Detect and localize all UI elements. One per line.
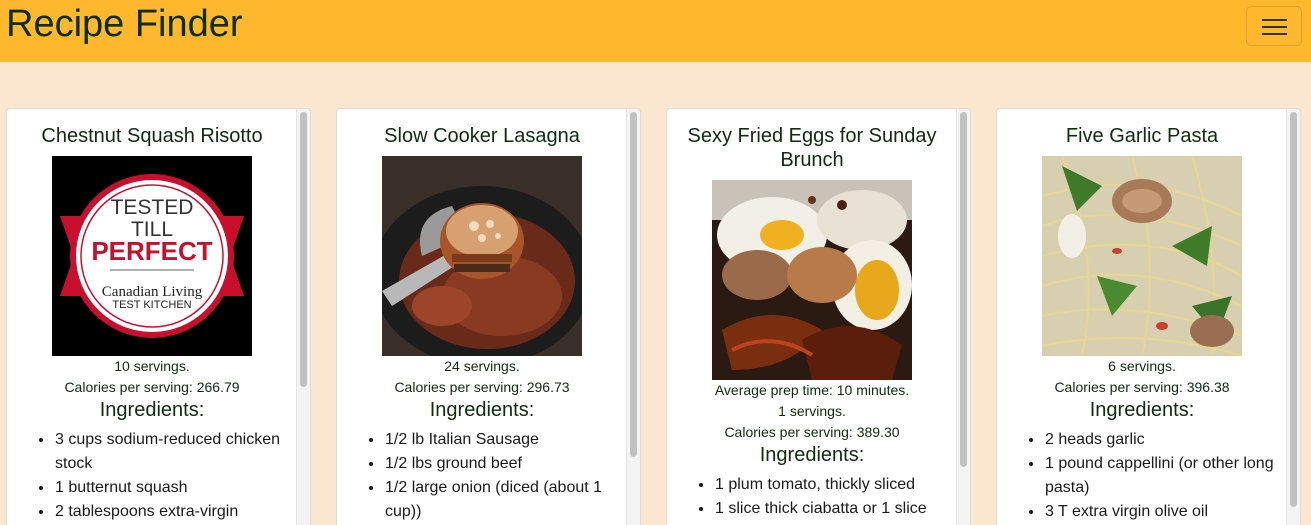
ingredients-list: 2 heads garlic 1 pound cappellini (or ot… bbox=[997, 428, 1287, 524]
card-scrollbar[interactable] bbox=[296, 109, 310, 525]
recipe-card: Sexy Fried Eggs for Sunday Brunch Averag… bbox=[666, 108, 971, 525]
ingredients-heading: Ingredients: bbox=[429, 399, 535, 421]
fried-eggs-photo-icon bbox=[712, 180, 912, 380]
lasagna-photo-icon bbox=[382, 156, 582, 356]
recipe-image: TESTED TILL PERFECT Canadian Living TEST… bbox=[52, 156, 252, 356]
navbar: Recipe Finder bbox=[0, 0, 1311, 62]
garlic-pasta-photo-icon bbox=[1042, 156, 1242, 356]
tested-till-perfect-badge-icon: TESTED TILL PERFECT Canadian Living TEST… bbox=[52, 156, 252, 356]
card-scrollbar[interactable] bbox=[956, 109, 970, 525]
ingredient-item: 2 tablespoons extra-virgin bbox=[54, 500, 287, 524]
ingredient-item: 1/2 lbs ground beef bbox=[384, 452, 617, 476]
brand-title[interactable]: Recipe Finder bbox=[6, 2, 243, 46]
calories-text: Calories per serving: 396.38 bbox=[1054, 379, 1230, 395]
recipe-title: Chestnut Squash Risotto bbox=[41, 125, 263, 147]
navbar-toggle-button[interactable] bbox=[1246, 6, 1302, 46]
recipe-title: Five Garlic Pasta bbox=[1065, 125, 1219, 147]
ingredient-item: 1/2 large onion (diced (about 1 cup)) bbox=[384, 476, 617, 524]
servings-text: 1 servings. bbox=[778, 403, 846, 419]
ingredients-list: 1/2 lb Italian Sausage 1/2 lbs ground be… bbox=[337, 428, 627, 524]
scrollbar-thumb[interactable] bbox=[1290, 112, 1297, 507]
recipe-title: Sexy Fried Eggs for Sunday Brunch bbox=[687, 125, 937, 171]
card-scrollbar[interactable] bbox=[1286, 109, 1300, 525]
calories-text: Calories per serving: 389.30 bbox=[724, 424, 900, 440]
ingredient-item: 1 slice thick ciabatta or 1 slice bbox=[714, 497, 947, 521]
recipe-title: Slow Cooker Lasagna bbox=[384, 125, 580, 147]
ingredients-heading: Ingredients: bbox=[1089, 399, 1195, 421]
ingredient-item: 3 T extra virgin olive oil bbox=[1044, 500, 1277, 524]
recipe-card: Chestnut Squash Risotto TESTED TILL PERF… bbox=[6, 108, 311, 525]
scrollbar-thumb[interactable] bbox=[630, 112, 637, 457]
ingredient-item: 1 butternut squash bbox=[54, 476, 287, 500]
ingredient-item: 3 cups sodium-reduced chicken stock bbox=[54, 428, 287, 476]
recipe-card: Five Garlic Pasta 6 servings. Calories p… bbox=[996, 108, 1301, 525]
hamburger-menu-icon bbox=[1262, 19, 1287, 21]
ingredient-item: 1/2 lb Italian Sausage bbox=[384, 428, 617, 452]
recipe-image bbox=[382, 156, 582, 356]
calories-text: Calories per serving: 296.73 bbox=[394, 379, 570, 395]
svg-text:PERFECT: PERFECT bbox=[91, 236, 212, 266]
ingredients-heading: Ingredients: bbox=[759, 444, 865, 466]
svg-text:TESTED: TESTED bbox=[111, 196, 194, 219]
calories-text: Calories per serving: 266.79 bbox=[64, 379, 240, 395]
card-scrollbar[interactable] bbox=[626, 109, 640, 525]
ingredient-item: 1 pound cappellini (or other long pasta) bbox=[1044, 452, 1277, 500]
recipe-card: Slow Cooker Lasagna 24 servings. Calorie… bbox=[336, 108, 641, 525]
servings-text: 24 servings. bbox=[444, 358, 520, 374]
ingredients-list: 3 cups sodium-reduced chicken stock 1 bu… bbox=[7, 428, 297, 524]
servings-text: 10 servings. bbox=[114, 358, 190, 374]
ingredients-list: 1 plum tomato, thickly sliced 1 slice th… bbox=[667, 473, 957, 521]
ingredient-item: 1 plum tomato, thickly sliced bbox=[714, 473, 947, 497]
ingredient-item: 2 heads garlic bbox=[1044, 428, 1277, 452]
scrollbar-thumb[interactable] bbox=[300, 112, 307, 387]
servings-text: 6 servings. bbox=[1108, 358, 1176, 374]
ingredients-heading: Ingredients: bbox=[99, 399, 205, 421]
svg-text:Canadian Living: Canadian Living bbox=[102, 284, 203, 300]
recipe-image bbox=[712, 180, 912, 380]
prep-time-text: Average prep time: 10 minutes. bbox=[714, 382, 910, 398]
scrollbar-thumb[interactable] bbox=[960, 112, 967, 467]
svg-text:TEST KITCHEN: TEST KITCHEN bbox=[112, 299, 191, 311]
recipe-image bbox=[1042, 156, 1242, 356]
